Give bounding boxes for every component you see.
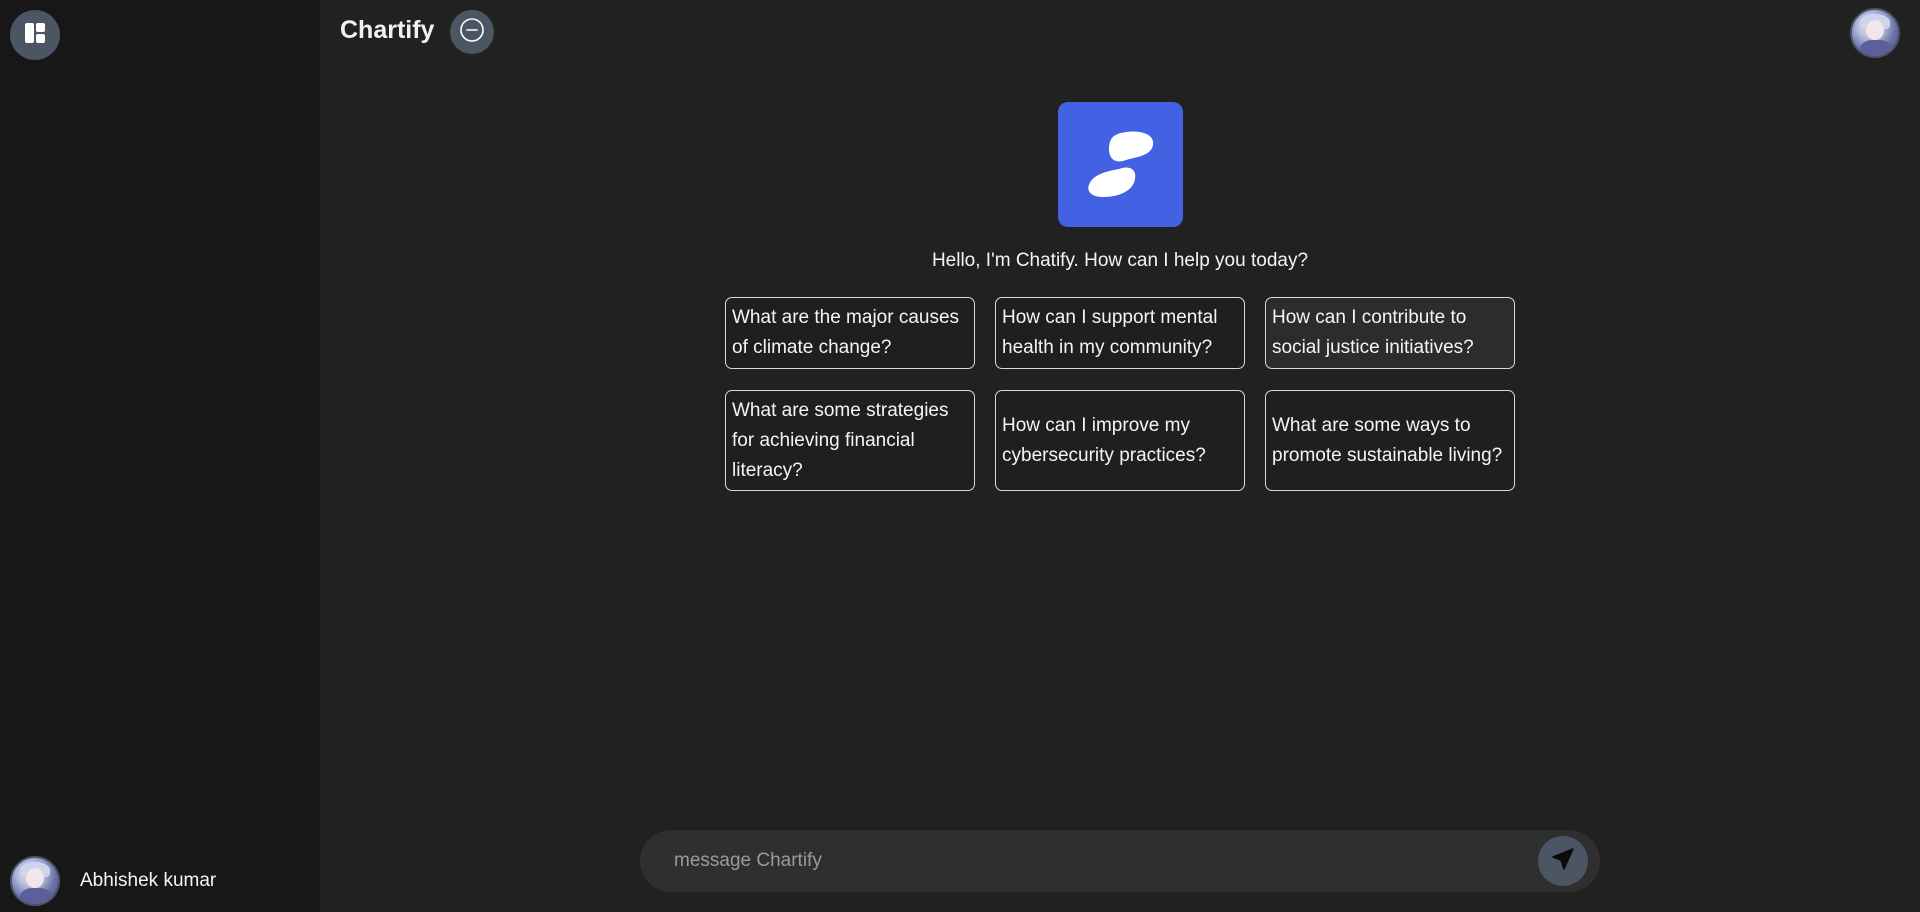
- greeting-text: Hello, I'm Chatify. How can I help you t…: [931, 250, 1309, 271]
- avatar: [10, 856, 60, 906]
- suggestion-card[interactable]: How can I improve my cybersecurity pract…: [995, 390, 1245, 491]
- suggestion-card[interactable]: How can I contribute to social justice i…: [1265, 297, 1515, 369]
- suggestion-card[interactable]: What are the major causes of climate cha…: [725, 297, 975, 369]
- new-chat-button[interactable]: [450, 10, 494, 54]
- header-avatar[interactable]: [1850, 8, 1900, 58]
- chatify-logo-icon: [1058, 102, 1183, 227]
- page-title: Chartify: [340, 16, 435, 44]
- suggestion-card[interactable]: What are some ways to promote sustainabl…: [1265, 390, 1515, 491]
- suggestion-card[interactable]: How can I support mental health in my co…: [995, 297, 1245, 369]
- suggestion-grid: What are the major causes of climate cha…: [725, 297, 1515, 491]
- user-profile[interactable]: Abhishek kumar: [10, 856, 216, 906]
- minus-circle-icon: [459, 17, 485, 48]
- user-name: Abhishek kumar: [80, 870, 217, 891]
- message-composer: [640, 830, 1600, 892]
- sidebar: Abhishek kumar: [0, 0, 320, 912]
- sidebar-layout-icon: [24, 22, 46, 49]
- send-button[interactable]: [1538, 836, 1588, 886]
- send-icon: [1550, 846, 1576, 877]
- suggestion-card[interactable]: What are some strategies for achieving f…: [725, 390, 975, 491]
- message-input[interactable]: [672, 842, 1492, 880]
- sidebar-toggle-button[interactable]: [10, 10, 60, 60]
